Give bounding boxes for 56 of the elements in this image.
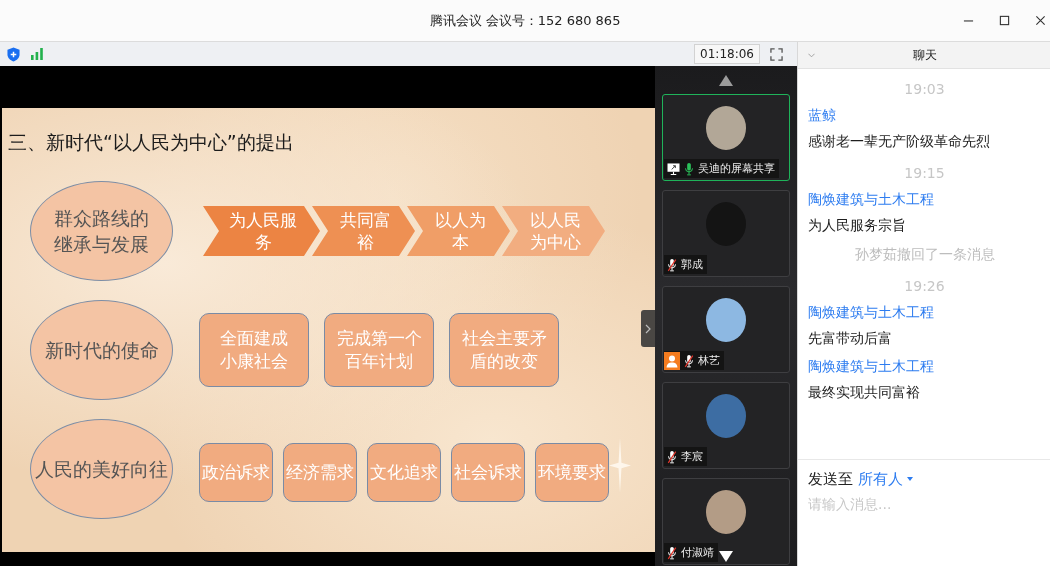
step-chevron: 以人民为中心 (502, 206, 605, 256)
participant-name: 付淑靖 (681, 545, 714, 560)
recipient-dropdown[interactable]: 所有人 (858, 469, 913, 489)
participant-name: 吴迪的屏幕共享 (698, 161, 775, 176)
chat-title: 聊天 (912, 46, 937, 64)
collapse-handle[interactable] (641, 310, 655, 347)
rounded-card: 社会主要矛盾的改变 (449, 313, 559, 387)
shield-icon[interactable] (7, 46, 20, 62)
step-chevron: 共同富裕 (312, 206, 415, 256)
participant-tile[interactable]: 林艺 (662, 286, 790, 373)
sender-name[interactable]: 陶焕建筑与土木工程 (808, 299, 1041, 325)
maximize-icon[interactable] (999, 15, 1010, 26)
topic-ellipse: 人民的美好向往 (30, 419, 173, 519)
chevron-right-icon (645, 323, 651, 334)
participant-tile[interactable]: 郭成 (662, 190, 790, 277)
step-chevron: 以人为本 (407, 206, 510, 256)
window-title: 腾讯会议 会议号：152 680 865 (429, 11, 621, 30)
message-text: 先富带动后富 (808, 329, 893, 348)
rounded-card: 经济需求 (283, 442, 357, 502)
sender-name[interactable]: 陶焕建筑与土木工程 (808, 186, 1041, 212)
scroll-up-icon[interactable] (719, 75, 733, 86)
avatar-placeholder (706, 394, 746, 438)
chat-timestamp: 19:03 (903, 80, 946, 99)
participant-tile[interactable]: 吴迪的屏幕共享 (662, 94, 790, 181)
participant-name: 李宸 (681, 449, 703, 464)
rounded-card: 文化追求 (367, 442, 441, 502)
fullscreen-icon[interactable] (770, 47, 783, 61)
meeting-timer: 01:18:06 (694, 44, 760, 64)
message-text: 最终实现共同富裕 (808, 383, 921, 402)
message-text: 感谢老一辈无产阶级革命先烈 (808, 132, 991, 151)
step-chevron: 为人民服务 (203, 206, 320, 256)
slide-title: 三、新时代“以人民为中心”的提出 (7, 130, 295, 153)
chat-timestamp: 19:26 (903, 277, 946, 296)
rounded-card: 社会诉求 (451, 442, 525, 502)
message-text: 为人民服务宗旨 (808, 216, 907, 235)
scroll-down-icon[interactable] (719, 551, 733, 562)
participant-name: 郭成 (681, 257, 703, 272)
signal-bars-icon[interactable] (31, 48, 43, 60)
caret-icon (907, 477, 913, 481)
sender-name[interactable]: 陶焕建筑与土木工程 (808, 353, 1041, 379)
avatar-placeholder (706, 106, 746, 150)
close-icon[interactable] (1035, 15, 1046, 26)
avatar-placeholder (706, 298, 746, 342)
sender-name[interactable]: 蓝鲸 (808, 102, 1041, 128)
rounded-card: 环境要求 (535, 442, 609, 502)
avatar-placeholder (706, 490, 746, 534)
participant-name: 林艺 (698, 353, 720, 368)
participant-tile[interactable]: 付淑靖 (662, 478, 790, 565)
participant-tile[interactable]: 李宸 (662, 382, 790, 469)
rounded-card: 完成第一个百年计划 (324, 313, 434, 387)
rounded-card: 全面建成小康社会 (199, 313, 309, 387)
topic-ellipse: 新时代的使命 (30, 300, 173, 400)
chat-timestamp: 19:15 (903, 164, 946, 183)
rounded-card: 政治诉求 (199, 442, 273, 502)
topic-ellipse: 群众路线的继承与发展 (30, 181, 173, 281)
send-to-label: 发送至 (808, 469, 853, 489)
